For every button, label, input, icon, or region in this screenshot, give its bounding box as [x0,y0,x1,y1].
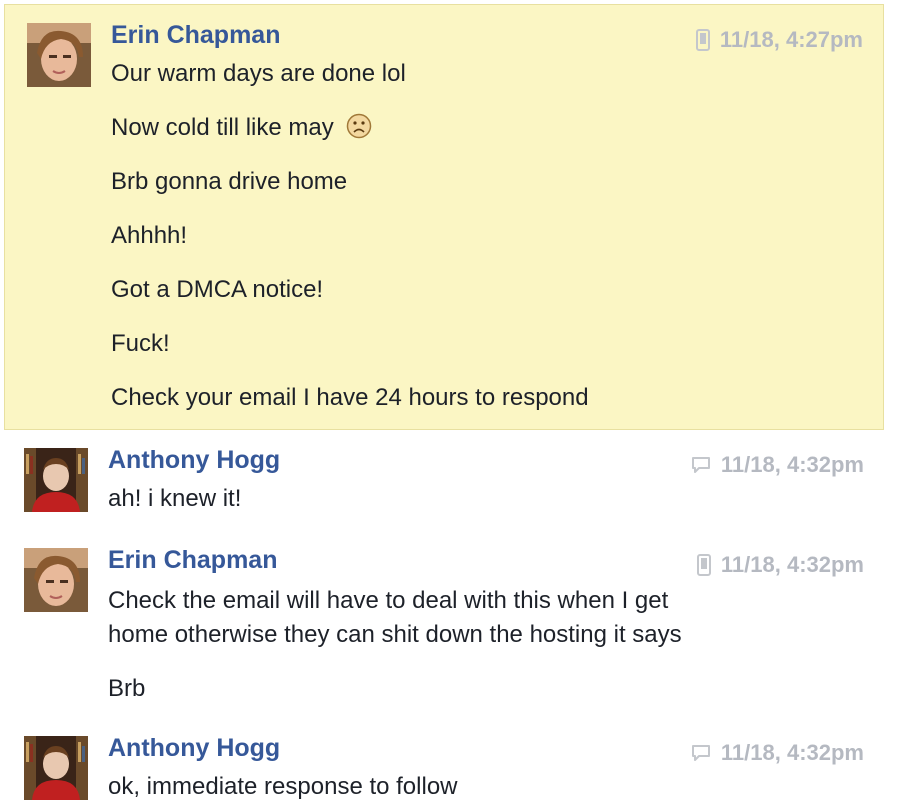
message-line: Ahhhh! [111,222,188,249]
message-line-with-emoji: Now cold till like may [111,111,372,145]
message-group-2: Anthony Hogg 11/18, 4:32pm ah! i knew it… [0,440,906,530]
message-group-4: Anthony Hogg 11/18, 4:32pm ok, immediate… [0,728,906,810]
chat-bubble-icon [691,745,710,761]
phone-icon [696,554,711,576]
message-meta: 11/18, 4:32pm [691,740,864,766]
author-name[interactable]: Anthony Hogg [108,446,280,475]
author-name[interactable]: Erin Chapman [111,21,280,50]
message-line: Now cold till like may [111,114,334,141]
chat-bubble-icon [691,457,710,473]
message-meta: 11/18, 4:32pm [691,452,864,478]
sad-face-icon [347,113,372,139]
message-line: Check your email I have 24 hours to resp… [111,384,589,411]
message-meta: 11/18, 4:32pm [696,552,864,578]
message-line: Check the email will have to deal with t… [108,587,669,614]
avatar-anthony[interactable] [24,736,88,800]
message-line: ok, immediate response to follow [108,773,458,800]
avatar-erin[interactable] [24,548,88,612]
message-meta: 11/18, 4:27pm [695,27,863,53]
message-line: Our warm days are done lol [111,60,406,87]
timestamp: 11/18, 4:27pm [719,27,863,52]
phone-icon [695,29,710,51]
timestamp: 11/18, 4:32pm [720,740,864,765]
timestamp: 11/18, 4:32pm [720,552,864,577]
message-line: ah! i knew it! [108,485,242,512]
message-line: Brb [108,675,146,702]
author-name[interactable]: Anthony Hogg [108,734,280,763]
avatar-erin[interactable] [27,23,91,87]
timestamp: 11/18, 4:32pm [720,452,864,477]
author-name[interactable]: Erin Chapman [108,546,277,575]
message-group-1: Erin Chapman 11/18, 4:27pm Our warm days… [4,4,884,430]
message-group-3: Erin Chapman 11/18, 4:32pm Check the ema… [0,540,906,710]
avatar-anthony[interactable] [24,448,88,512]
message-line: Fuck! [111,330,170,357]
message-line: Got a DMCA notice! [111,276,324,303]
message-line: home otherwise they can shit down the ho… [108,621,682,648]
message-line: Brb gonna drive home [111,168,348,195]
